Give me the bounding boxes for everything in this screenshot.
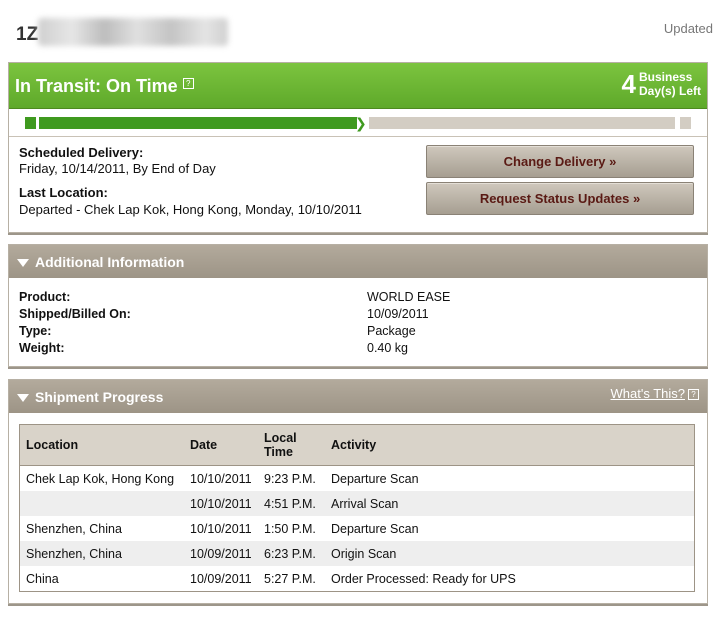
updated-label: Updated [663,21,713,36]
column-local-time: Local Time [258,424,325,466]
triangle-down-icon[interactable] [17,259,29,267]
row-date: 10/10/2011 [190,521,252,536]
weight-label: Weight: [19,341,65,355]
row-location [19,491,184,516]
row-time: 9:23 P.M. [264,471,316,486]
row-date: 10/10/2011 [190,471,252,486]
progress-remaining [369,117,675,129]
progress-fill [39,117,357,129]
whats-this-link[interactable]: What's This? [611,386,686,401]
row-time: 4:51 P.M. [258,491,325,516]
delivery-progress-bar: ❯ [25,115,691,131]
row-activity: Departure Scan [331,521,419,536]
shipment-progress-header[interactable]: Shipment Progress What's This? ? [9,380,707,413]
days-left-count: 4 [621,69,636,99]
shipment-progress-table: Location Date Local Time Activity Chek L… [19,424,695,592]
shipped-billed-on-value: 10/09/2011 [367,307,429,321]
column-location: Location [19,424,184,466]
scheduled-delivery-value: Friday, 10/14/2011, By End of Day [19,161,216,176]
tracking-number: 1Z [16,24,38,46]
status-title-text: In Transit: On Time [15,76,178,96]
shipment-progress-panel: Shipment Progress What's This? ? Locatio… [8,379,708,604]
additional-information-header[interactable]: Additional Information [9,245,707,278]
scheduled-delivery-label: Scheduled Delivery: [19,145,144,160]
progress-arrow-icon: ❯ [355,115,367,131]
last-location-value: Departed - Chek Lap Kok, Hong Kong, Mond… [19,202,362,217]
additional-information-panel: Additional Information Product: WORLD EA… [8,244,708,367]
shipment-progress-title[interactable]: Shipment Progress [35,389,163,405]
row-date: 10/09/2011 [184,541,258,566]
row-activity: Origin Scan [325,541,695,566]
progress-start-marker [25,117,36,129]
status-title: In Transit: On Time? [15,76,194,97]
row-date: 10/09/2011 [190,571,252,586]
row-time: 1:50 P.M. [264,521,316,536]
tracking-page: 1Z Updated In Transit: On Time? 4 Busine… [0,0,715,617]
row-time: 6:23 P.M. [258,541,325,566]
row-activity: Arrival Scan [325,491,695,516]
product-label: Product: [19,290,71,304]
status-header: In Transit: On Time? 4 Business Day(s) L… [9,63,707,109]
help-icon[interactable]: ? [688,389,699,400]
help-icon[interactable]: ? [182,78,194,89]
change-delivery-button[interactable]: Change Delivery » [426,145,694,178]
additional-information-title[interactable]: Additional Information [35,254,184,270]
row-date: 10/10/2011 [184,491,258,516]
progress-end-marker [680,117,691,129]
column-local-time-line2: Time [264,445,293,459]
row-location: China [26,571,59,586]
triangle-down-icon[interactable] [17,394,29,402]
column-local-time-line1: Local [264,431,297,445]
weight-value: 0.40 kg [367,341,409,355]
tracking-prefix: 1Z [16,24,39,45]
request-status-updates-button[interactable]: Request Status Updates » [426,182,694,215]
last-location-label: Last Location: [19,185,108,200]
table-row: Shenzhen, China 10/09/2011 6:23 P.M. Ori… [19,541,695,566]
column-activity: Activity [325,424,695,466]
table-row: 10/10/2011 4:51 P.M. Arrival Scan [19,491,695,516]
delivery-progress: ❯ [9,109,707,137]
tracking-number-redacted [38,18,228,46]
row-location: Shenzhen, China [19,541,184,566]
table-row: Chek Lap Kok, Hong Kong 10/10/2011 9:23 … [20,466,695,492]
row-location: Chek Lap Kok, Hong Kong [26,471,175,486]
type-value: Package [367,324,416,338]
row-activity: Departure Scan [331,471,419,486]
row-activity: Order Processed: Ready for UPS [331,571,516,586]
status-panel: In Transit: On Time? 4 Business Day(s) L… [8,62,708,233]
row-location: Shenzhen, China [26,521,122,536]
column-date: Date [184,424,258,466]
product-value: WORLD EASE [367,290,451,304]
row-time: 5:27 P.M. [264,571,316,586]
days-left-label: Business Day(s) Left [639,70,701,98]
days-left-label-line1: Business [638,70,693,84]
shipped-billed-on-label: Shipped/Billed On: [19,307,131,321]
table-header-row: Location Date Local Time Activity [19,424,695,466]
divider [9,136,707,137]
table-row: Shenzhen, China 10/10/2011 1:50 P.M. Dep… [20,516,695,541]
table-row: China 10/09/2011 5:27 P.M. Order Process… [20,566,695,592]
type-label: Type: [19,324,52,338]
days-left-label-line2: Day(s) Left [638,84,701,98]
